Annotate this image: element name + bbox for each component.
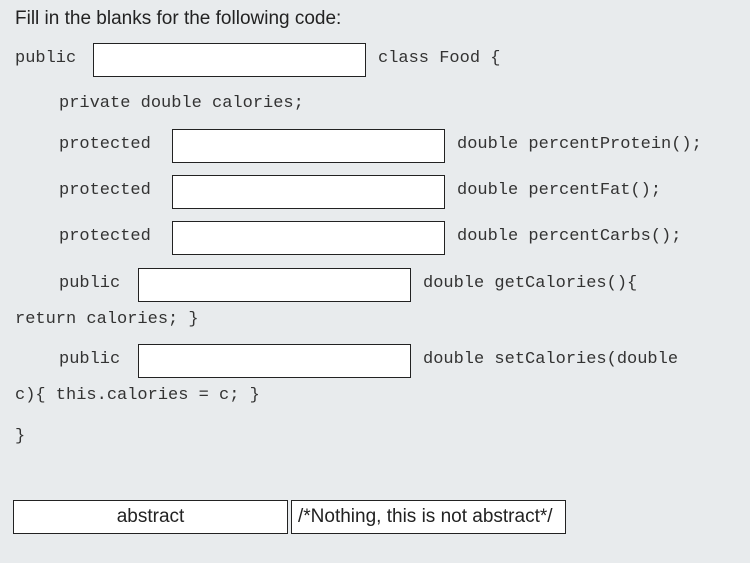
code-line-8-suffix: double setCalories(double	[423, 350, 679, 369]
code-line-9: c){ this.calories = c; }	[15, 386, 260, 405]
code-line-7: return calories; }	[15, 310, 199, 329]
code-line-5-suffix: double percentCarbs();	[457, 227, 682, 246]
blank-set-calories-modifier[interactable]	[138, 344, 411, 378]
code-line-1-prefix: public	[15, 49, 77, 68]
blank-percent-carbs-modifier[interactable]	[172, 221, 445, 255]
code-line-2: private double calories;	[59, 94, 304, 113]
code-line-8-prefix: public	[59, 350, 121, 369]
code-line-4-prefix: protected	[59, 181, 151, 200]
code-line-6-prefix: public	[59, 274, 121, 293]
blank-percent-fat-modifier[interactable]	[172, 175, 445, 209]
code-line-1-suffix: class Food {	[378, 49, 501, 68]
code-line-5-prefix: protected	[59, 227, 151, 246]
code-line-6-suffix: double getCalories(){	[423, 274, 638, 293]
blank-get-calories-modifier[interactable]	[138, 268, 411, 302]
instruction-text: Fill in the blanks for the following cod…	[15, 8, 342, 29]
answer-choice-nothing[interactable]: /*Nothing, this is not abstract*/	[291, 500, 566, 534]
code-line-3-prefix: protected	[59, 135, 151, 154]
blank-class-modifier[interactable]	[93, 43, 366, 77]
answer-choice-abstract[interactable]: abstract	[13, 500, 288, 534]
code-line-4-suffix: double percentFat();	[457, 181, 662, 200]
code-line-10: }	[15, 427, 26, 446]
blank-percent-protein-modifier[interactable]	[172, 129, 445, 163]
code-line-3-suffix: double percentProtein();	[457, 135, 702, 154]
